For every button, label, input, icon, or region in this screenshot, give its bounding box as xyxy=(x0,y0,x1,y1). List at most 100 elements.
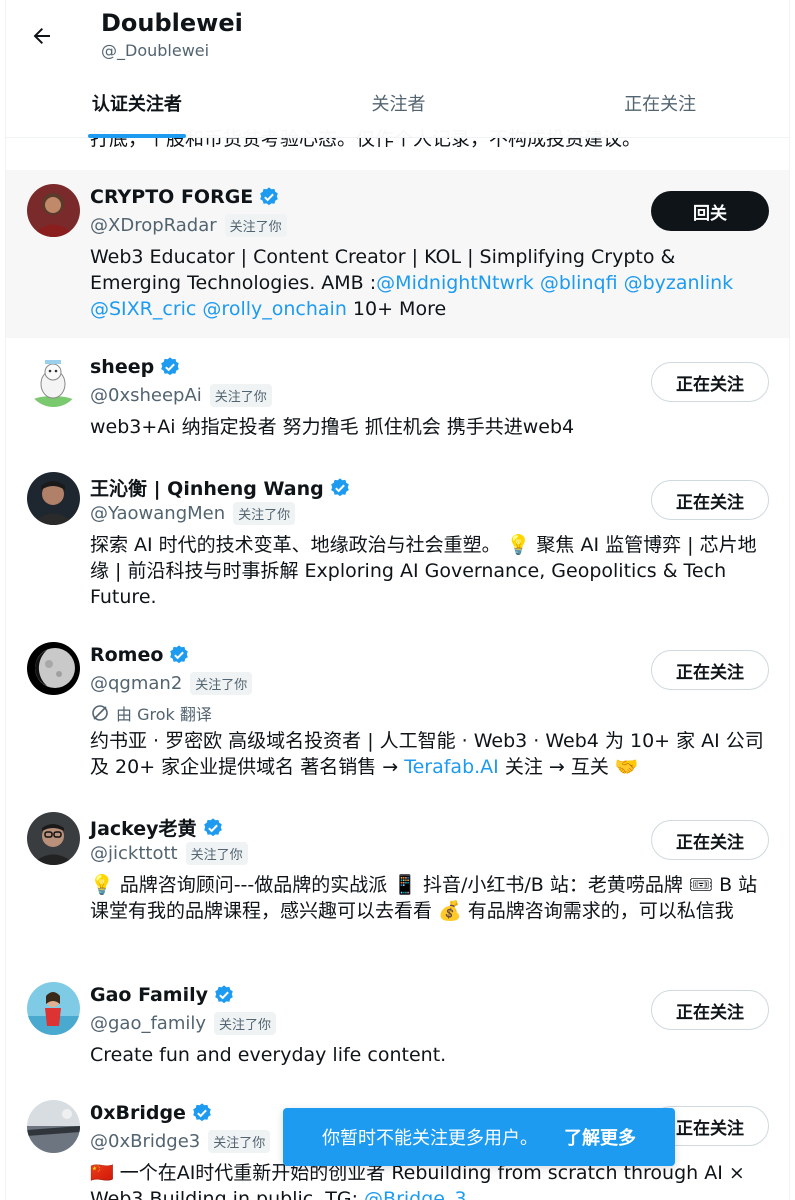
translate-icon xyxy=(92,705,108,721)
user-handle[interactable]: @XDropRadar xyxy=(90,215,217,236)
limit-toast: 你暂时不能关注更多用户。 了解更多 xyxy=(283,1108,675,1166)
user-bio: 约书亚 · 罗密欧 高级域名投资者 | 人工智能 · Web3 · Web4 为… xyxy=(90,728,770,780)
follows-you-badge: 关注了你 xyxy=(214,1012,277,1035)
page-title: Doublewei xyxy=(101,9,243,37)
user-bio: 探索 AI 时代的技术变革、地缘政治与社会重塑。 💡 聚焦 AI 监管博弈 | … xyxy=(90,532,770,610)
user-handle[interactable]: @YaowangMen xyxy=(90,503,225,524)
handle-line: @qgman2 关注了你 xyxy=(90,672,253,695)
following-button[interactable]: 正在关注 xyxy=(651,990,769,1030)
mention-link[interactable]: @blinqfi xyxy=(540,272,618,294)
user-name[interactable]: 王沁衡 | Qinheng Wang xyxy=(90,474,324,501)
user-handle[interactable]: @0xBridge3 xyxy=(90,1131,200,1152)
user-name[interactable]: Romeo xyxy=(90,644,163,666)
handle-line: @jickttott 关注了你 xyxy=(90,842,248,865)
tab-label: 正在关注 xyxy=(624,94,697,115)
verified-badge-icon xyxy=(170,645,189,664)
bio-text: 关注 → 互关 🤝 xyxy=(498,756,639,778)
tab-label: 认证关注者 xyxy=(91,94,182,115)
user-row[interactable]: Romeo @qgman2 关注了你 正在关注 由 Grok 翻译 约书亚 · … xyxy=(6,626,789,796)
follows-you-badge: 关注了你 xyxy=(224,214,287,237)
user-bio: 🇨🇳 一个在AI时代重新开始的创业者 Rebuilding from scrat… xyxy=(90,1160,770,1200)
name-line: Jackey老黄 xyxy=(90,814,224,841)
mention-link[interactable]: @byzanlink xyxy=(624,272,734,294)
follow-back-button[interactable]: 回关 xyxy=(651,191,769,231)
handle-line: @gao_family 关注了你 xyxy=(90,1012,277,1035)
bio-text: Create fun and everyday life content. xyxy=(90,1044,447,1066)
bio-text: web3+Ai 纳指定投者 努力撸毛 抓住机会 携手共进web4 xyxy=(90,416,575,438)
user-handle[interactable]: @gao_family xyxy=(90,1013,206,1034)
active-tab-indicator xyxy=(87,134,186,138)
verified-badge-icon xyxy=(161,357,180,376)
avatar[interactable] xyxy=(27,982,80,1035)
arrow-left-icon xyxy=(33,28,50,44)
user-handle[interactable]: @qgman2 xyxy=(90,673,182,694)
avatar[interactable] xyxy=(27,642,80,695)
follows-you-badge: 关注了你 xyxy=(185,842,248,865)
tab-following[interactable]: 正在关注 xyxy=(529,74,789,138)
avatar[interactable] xyxy=(27,184,80,237)
handle-line: @0xBridge3 关注了你 xyxy=(90,1130,271,1153)
translated-label: 由 Grok 翻译 xyxy=(116,705,212,724)
handle-line: @XDropRadar 关注了你 xyxy=(90,214,287,237)
page-header: Doublewei @_Doublewei 认证关注者 关注者 正在关注 xyxy=(6,0,789,138)
user-bio: web3+Ai 纳指定投者 努力撸毛 抓住机会 携手共进web4 xyxy=(90,414,770,440)
tab-bar: 认证关注者 关注者 正在关注 xyxy=(6,74,789,138)
verified-badge-icon xyxy=(193,1103,211,1122)
name-line: 0xBridge xyxy=(90,1102,213,1124)
user-handle[interactable]: @0xsheepAi xyxy=(90,385,202,406)
user-name[interactable]: CRYPTO FORGE xyxy=(90,186,253,208)
user-bio: 💡 品牌咨询顾问---做品牌的实战派 📱 抖音/小红书/B 站：老黄唠品牌 🎟 … xyxy=(90,872,770,924)
tab-label: 关注者 xyxy=(371,94,426,115)
follows-you-badge: 关注了你 xyxy=(208,1130,271,1153)
following-button[interactable]: 正在关注 xyxy=(651,480,769,520)
bio-link[interactable]: Terafab.AI xyxy=(404,756,499,778)
user-row[interactable]: 王沁衡 | Qinheng Wang @YaowangMen 关注了你 正在关注… xyxy=(6,456,789,626)
verified-badge-icon xyxy=(260,187,279,206)
follows-you-badge: 关注了你 xyxy=(233,502,296,525)
name-line: 王沁衡 | Qinheng Wang xyxy=(90,474,351,501)
mention-link[interactable]: @MidnightNtwrk xyxy=(376,272,534,294)
tab-followers[interactable]: 关注者 xyxy=(268,74,530,138)
handle-line: @YaowangMen 关注了你 xyxy=(90,502,296,525)
mention-link[interactable]: @rolly_onchain xyxy=(202,298,346,320)
profile-title-block: Doublewei @_Doublewei xyxy=(101,8,243,62)
user-name[interactable]: Jackey老黄 xyxy=(90,814,197,841)
app-frame: 打底，个股和币货贫考验心态。仅作个人记录，不构成投资建议。 Doublewei … xyxy=(5,0,790,1200)
user-bio: Create fun and everyday life content. xyxy=(90,1042,770,1068)
following-button[interactable]: 正在关注 xyxy=(651,820,769,860)
user-row[interactable]: sheep @0xsheepAi 关注了你 正在关注 web3+Ai 纳指定投者… xyxy=(6,338,789,456)
toast-message: 你暂时不能关注更多用户。 xyxy=(322,1128,538,1149)
bio-text: 💡 品牌咨询顾问---做品牌的实战派 📱 抖音/小红书/B 站：老黄唠品牌 🎟 … xyxy=(90,874,758,922)
name-line: Gao Family xyxy=(90,984,235,1006)
grok-translation-note[interactable]: 由 Grok 翻译 xyxy=(90,701,212,725)
bio-text: 探索 AI 时代的技术变革、地缘政治与社会重塑。 💡 聚焦 AI 监管博弈 | … xyxy=(90,534,757,608)
tab-verified-followers[interactable]: 认证关注者 xyxy=(6,74,268,138)
avatar[interactable] xyxy=(27,812,80,865)
mention-link[interactable]: @Bridge_3 xyxy=(364,1188,467,1200)
user-bio: Web3 Educator | Content Creator | KOL | … xyxy=(90,244,770,322)
name-line: CRYPTO FORGE xyxy=(90,186,280,208)
follows-you-badge: 关注了你 xyxy=(190,672,253,695)
following-button[interactable]: 正在关注 xyxy=(651,650,769,690)
back-button[interactable] xyxy=(24,18,60,54)
learn-more-link[interactable]: 了解更多 xyxy=(564,1124,636,1150)
user-name[interactable]: sheep xyxy=(90,356,154,378)
mention-link[interactable]: @SIXR_cric xyxy=(90,298,196,320)
user-row[interactable]: Jackey老黄 @jickttott 关注了你 正在关注 💡 品牌咨询顾问--… xyxy=(6,796,789,966)
name-line: sheep xyxy=(90,356,181,378)
user-row[interactable]: CRYPTO FORGE @XDropRadar 关注了你 回关 Web3 Ed… xyxy=(6,170,789,338)
verified-badge-icon xyxy=(215,985,233,1004)
name-line: Romeo xyxy=(90,644,190,666)
handle-line: @0xsheepAi 关注了你 xyxy=(90,384,272,407)
avatar[interactable] xyxy=(27,354,80,407)
follows-you-badge: 关注了你 xyxy=(209,384,272,407)
user-row[interactable]: Gao Family @gao_family 关注了你 正在关注 Create … xyxy=(6,966,789,1084)
user-name[interactable]: Gao Family xyxy=(90,984,208,1006)
avatar[interactable] xyxy=(27,472,80,525)
following-button[interactable]: 正在关注 xyxy=(651,362,769,402)
user-handle[interactable]: @jickttott xyxy=(90,843,178,864)
verified-badge-icon xyxy=(203,817,222,836)
user-name[interactable]: 0xBridge xyxy=(90,1102,186,1124)
bio-text: 10+ More xyxy=(346,298,447,320)
avatar[interactable] xyxy=(27,1100,80,1153)
